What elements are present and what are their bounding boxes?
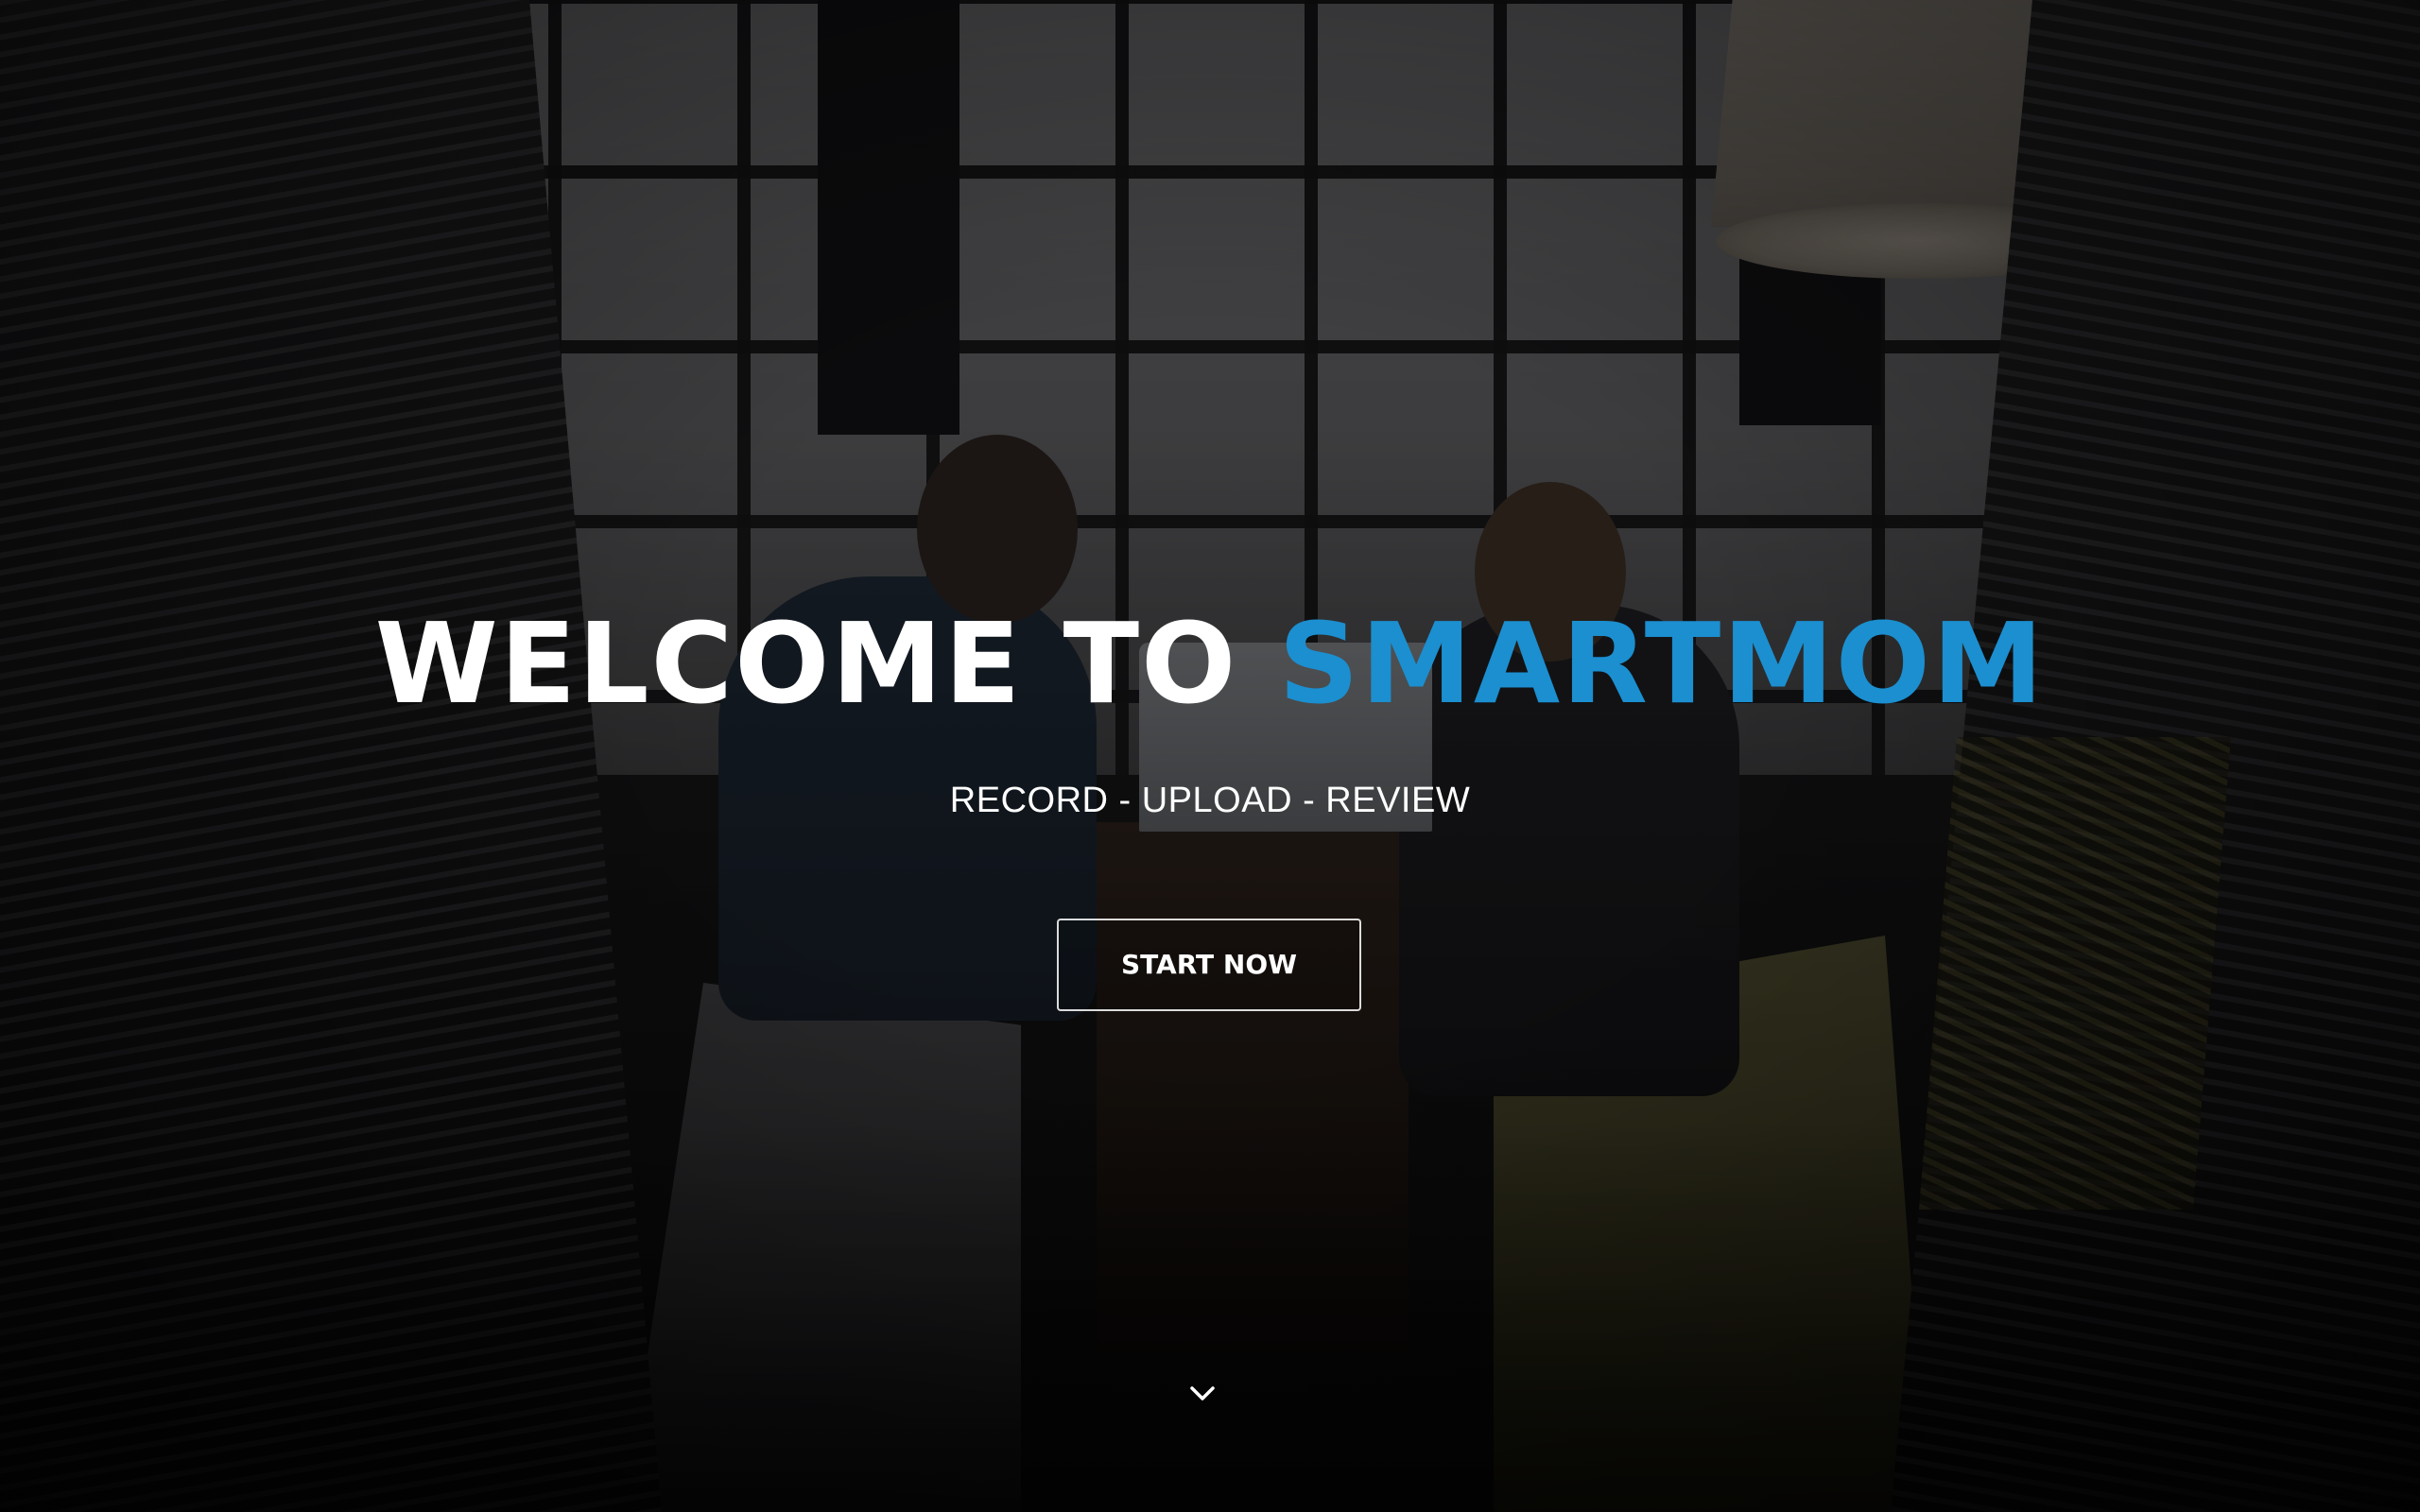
hero-headline: WELCOME TO SMARTMOM xyxy=(0,588,2420,739)
headline-lead: WELCOME TO xyxy=(374,598,1279,729)
chevron-down-icon[interactable] xyxy=(1184,1375,1221,1413)
headline-brand: SMARTMOM xyxy=(1278,598,2046,729)
start-now-button[interactable]: START NOW xyxy=(1057,919,1361,1011)
hero-tagline: RECORD - UPLOAD - REVIEW xyxy=(949,781,1471,820)
hero-section: WELCOME TO SMARTMOM RECORD - UPLOAD - RE… xyxy=(0,0,2420,1512)
hero-content: WELCOME TO SMARTMOM RECORD - UPLOAD - RE… xyxy=(0,0,2420,1512)
